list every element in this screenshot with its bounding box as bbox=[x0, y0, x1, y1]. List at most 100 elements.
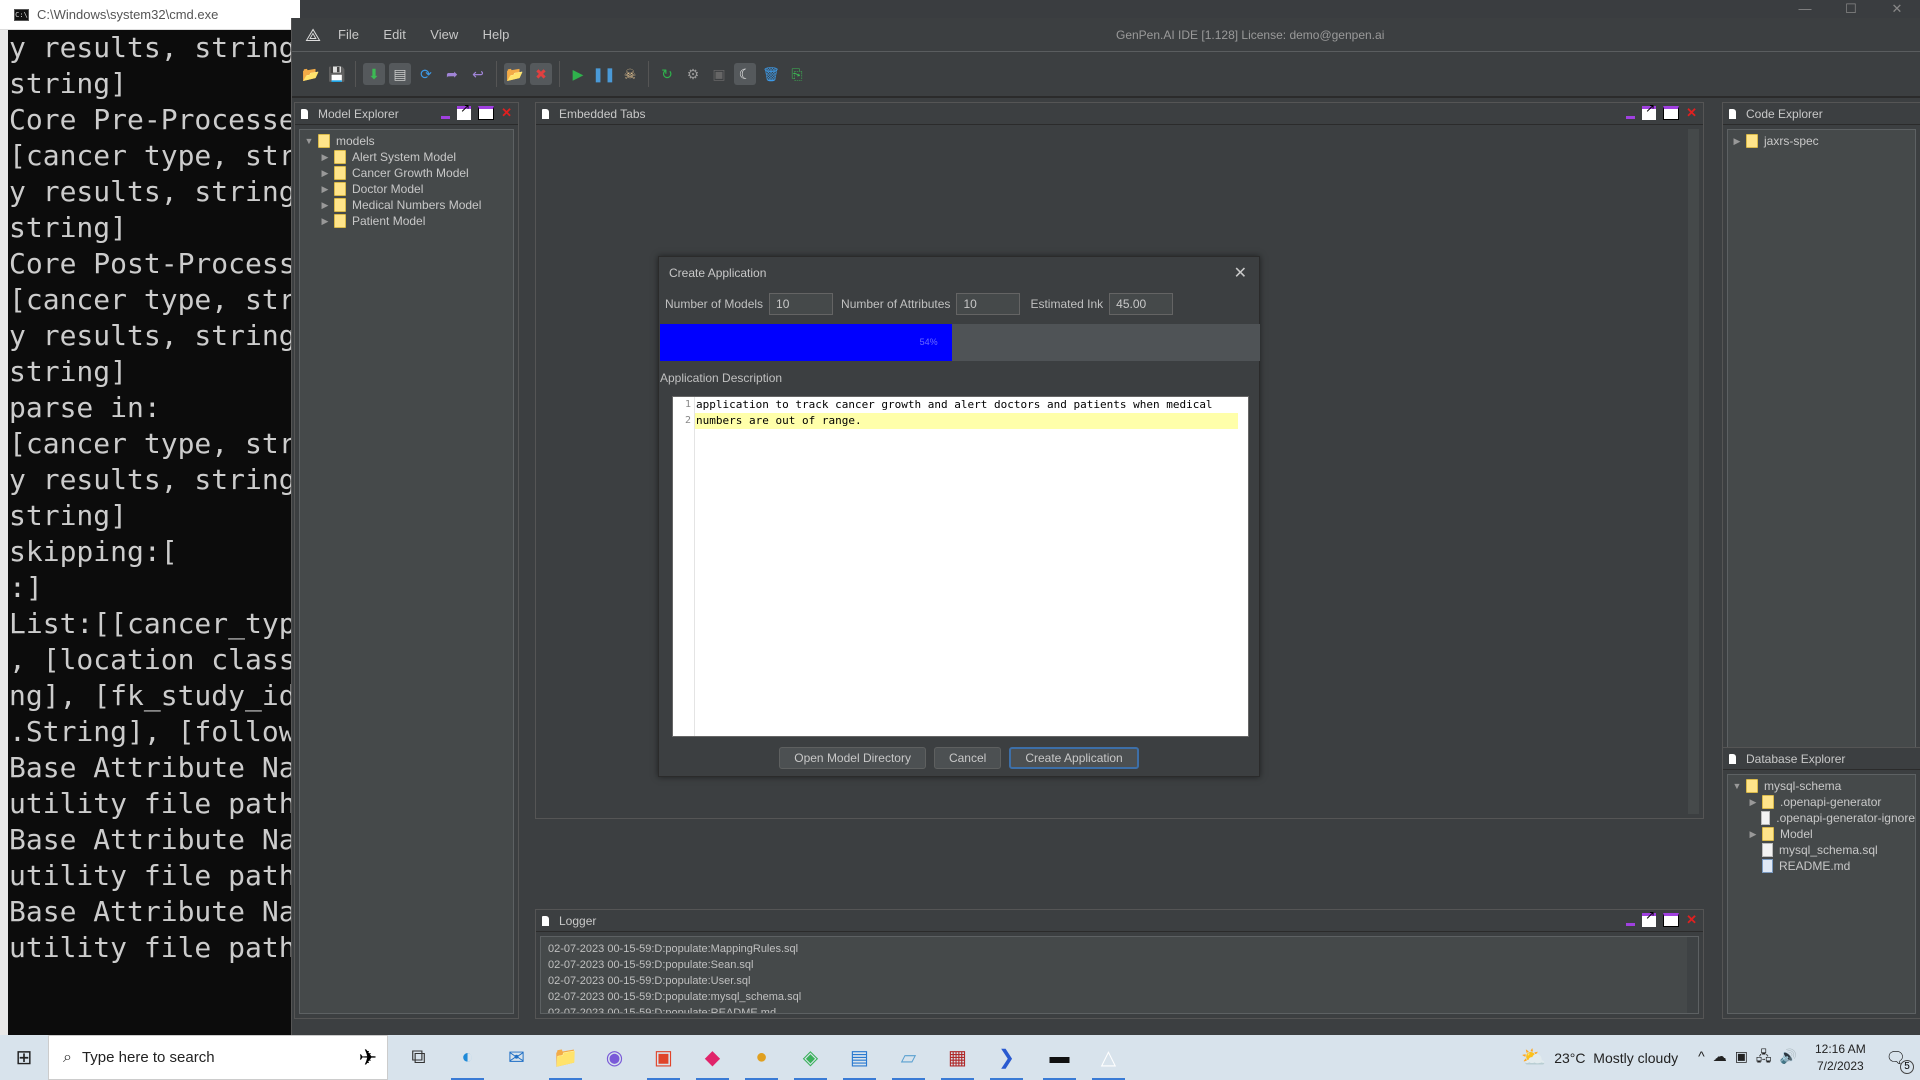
open-folder-icon[interactable]: 📂 bbox=[300, 63, 322, 85]
redo-icon[interactable]: ➦ bbox=[441, 63, 463, 85]
winrar-icon[interactable]: ▦ bbox=[933, 1035, 982, 1080]
open-directory-icon[interactable]: 📂 bbox=[504, 63, 526, 85]
notification-center-icon[interactable]: 🗨 5 bbox=[1886, 1048, 1914, 1074]
tree-item-model[interactable]: ▶ Doctor Model bbox=[304, 181, 513, 197]
expand-arrow-icon[interactable]: ▶ bbox=[1748, 829, 1758, 840]
num-attributes-input[interactable] bbox=[956, 293, 1021, 315]
menu-view[interactable]: View bbox=[430, 27, 458, 42]
trash-icon[interactable]: 🗑 bbox=[760, 63, 782, 85]
chrome-icon[interactable]: ● bbox=[737, 1035, 786, 1080]
tree-root-mysql-schema[interactable]: ▼ mysql-schema bbox=[1732, 778, 1915, 794]
file-explorer-icon[interactable]: 📁 bbox=[541, 1035, 590, 1080]
dialog-titlebar[interactable]: Create Application ✕ bbox=[659, 257, 1259, 289]
maximize-panel-icon[interactable] bbox=[478, 106, 495, 120]
clock[interactable]: 12:16 AM 7/2/2023 bbox=[1815, 1041, 1866, 1075]
frame-icon[interactable]: ▣ bbox=[708, 63, 730, 85]
expand-arrow-icon[interactable]: ▶ bbox=[320, 168, 330, 179]
cmd-output[interactable]: y results, string string] Core Pre-Process… bbox=[8, 30, 298, 1035]
minimize-window-button[interactable]: — bbox=[1782, 0, 1828, 18]
git-icon[interactable]: ◈ bbox=[786, 1035, 835, 1080]
export-icon[interactable]: ⎘ bbox=[786, 63, 808, 85]
close-panel-icon[interactable]: ✕ bbox=[1686, 913, 1697, 927]
maximize-panel-icon[interactable] bbox=[1663, 913, 1680, 927]
tree-item-db[interactable]: ▶ Model bbox=[1732, 826, 1915, 842]
minimize-panel-icon[interactable] bbox=[441, 115, 451, 119]
network-icon[interactable]: 🖧 bbox=[1756, 1048, 1780, 1064]
description-text[interactable]: application to track cancer growth and a… bbox=[695, 397, 1238, 429]
create-application-button[interactable]: Create Application bbox=[1009, 747, 1139, 769]
sync-icon[interactable]: ⟳ bbox=[415, 63, 437, 85]
expand-arrow-icon[interactable]: ▶ bbox=[320, 184, 330, 195]
tree-item-db[interactable]: ▶ .openapi-generator bbox=[1732, 794, 1915, 810]
powershell-icon[interactable]: ❯ bbox=[982, 1035, 1031, 1080]
logger-header[interactable]: Logger ✕ bbox=[536, 908, 1703, 932]
undo-icon[interactable]: ↩ bbox=[467, 63, 489, 85]
expand-arrow-icon[interactable]: ▶ bbox=[1748, 797, 1758, 808]
cancel-button[interactable]: Cancel bbox=[933, 747, 1002, 769]
start-button[interactable]: ⊞ bbox=[0, 1045, 48, 1070]
tree-item-db[interactable]: .openapi-generator-ignore bbox=[1732, 810, 1915, 826]
tree-item-db[interactable]: README.md bbox=[1732, 858, 1915, 874]
open-model-directory-button[interactable]: Open Model Directory bbox=[779, 747, 926, 769]
dark-mode-icon[interactable]: ☾ bbox=[734, 63, 756, 85]
tree-item-model[interactable]: ▶ Medical Numbers Model bbox=[304, 197, 513, 213]
embedded-tabs-header[interactable]: Embedded Tabs ✕ bbox=[536, 101, 1703, 125]
pause-icon[interactable]: ❚❚ bbox=[592, 63, 615, 85]
float-panel-icon[interactable] bbox=[1642, 908, 1657, 927]
remove-image-icon[interactable]: ✖ bbox=[530, 63, 552, 85]
settings-icon[interactable]: ⚙ bbox=[682, 63, 704, 85]
intellij-icon[interactable]: ◆ bbox=[688, 1035, 737, 1080]
document-icon[interactable]: ▤ bbox=[389, 63, 411, 85]
close-window-button[interactable]: ✕ bbox=[1874, 0, 1920, 18]
show-hidden-icons-chevron-icon[interactable]: ^ bbox=[1698, 1048, 1713, 1064]
code-line[interactable]: numbers are out of range. bbox=[695, 413, 1238, 429]
close-panel-icon[interactable]: ✕ bbox=[1686, 106, 1697, 120]
remote-desktop-icon[interactable]: ▤ bbox=[835, 1035, 884, 1080]
task-view-icon[interactable]: ⧉ bbox=[394, 1035, 443, 1080]
code-explorer-header[interactable]: Code Explorer bbox=[1723, 103, 1920, 125]
volume-icon[interactable]: 🔊 bbox=[1780, 1048, 1805, 1064]
tree-item-db[interactable]: mysql_schema.sql bbox=[1732, 842, 1915, 858]
maximize-window-button[interactable]: ☐ bbox=[1828, 0, 1874, 18]
dialog-close-icon[interactable]: ✕ bbox=[1234, 263, 1247, 283]
estimated-ink-input[interactable] bbox=[1109, 293, 1174, 315]
taskbar-search[interactable]: ⌕ Type here to search ✈ bbox=[48, 1035, 388, 1080]
tree-item-jaxrs-spec[interactable]: ▶ jaxrs-spec bbox=[1732, 133, 1915, 149]
float-panel-icon[interactable] bbox=[457, 101, 472, 120]
edge-icon[interactable]: ◐ bbox=[443, 1035, 492, 1080]
expand-arrow-icon[interactable]: ▶ bbox=[320, 152, 330, 163]
editor-scrollbar[interactable] bbox=[1248, 397, 1258, 736]
float-panel-icon[interactable] bbox=[1642, 101, 1657, 120]
skull-icon[interactable]: ☠ bbox=[619, 63, 641, 85]
log-output[interactable]: 02-07-2023 00-15-59:D:populate:MappingRu… bbox=[540, 936, 1699, 1014]
maximize-panel-icon[interactable] bbox=[1663, 106, 1680, 120]
save-icon[interactable]: 💾 bbox=[326, 63, 348, 85]
description-editor[interactable]: 12 application to track cancer growth an… bbox=[672, 396, 1258, 737]
menu-file[interactable]: File bbox=[338, 27, 359, 42]
minimize-panel-icon[interactable] bbox=[1626, 115, 1636, 119]
code-line[interactable]: application to track cancer growth and a… bbox=[695, 397, 1238, 413]
mail-icon[interactable]: ✉ bbox=[492, 1035, 541, 1080]
menu-help[interactable]: Help bbox=[483, 27, 510, 42]
menu-edit[interactable]: Edit bbox=[383, 27, 405, 42]
database-explorer-header[interactable]: Database Explorer bbox=[1723, 748, 1920, 770]
cmd-icon[interactable]: ▬ bbox=[1035, 1035, 1084, 1080]
tree-item-model[interactable]: ▶ Cancer Growth Model bbox=[304, 165, 513, 181]
num-models-input[interactable] bbox=[769, 293, 834, 315]
embedded-scrollbar[interactable] bbox=[1688, 129, 1699, 814]
tree-item-model[interactable]: ▶ Alert System Model bbox=[304, 149, 513, 165]
cmd-window[interactable]: C:\ C:\Windows\system32\cmd.exe y result… bbox=[0, 0, 300, 1035]
ide-titlebar[interactable]: ⟁ File Edit View Help GenPen.AI IDE [1.1… bbox=[292, 18, 1920, 52]
expand-arrow-icon[interactable]: ▶ bbox=[320, 216, 330, 227]
refresh-icon[interactable]: ↻ bbox=[656, 63, 678, 85]
collapse-arrow-icon[interactable]: ▼ bbox=[1732, 781, 1742, 791]
run-icon[interactable]: ▶ bbox=[567, 63, 589, 85]
notepad-icon[interactable]: ▱ bbox=[884, 1035, 933, 1080]
copilot-icon[interactable]: ◉ bbox=[590, 1035, 639, 1080]
collapse-arrow-icon[interactable]: ▼ bbox=[304, 136, 314, 146]
genpen-icon[interactable]: △ bbox=[1084, 1035, 1133, 1080]
weather-widget[interactable]: ⛅ 23°C Mostly cloudy bbox=[1521, 1045, 1678, 1070]
office-icon[interactable]: ▣ bbox=[639, 1035, 688, 1080]
tree-item-model[interactable]: ▶ Patient Model bbox=[304, 213, 513, 229]
expand-arrow-icon[interactable]: ▶ bbox=[320, 200, 330, 211]
